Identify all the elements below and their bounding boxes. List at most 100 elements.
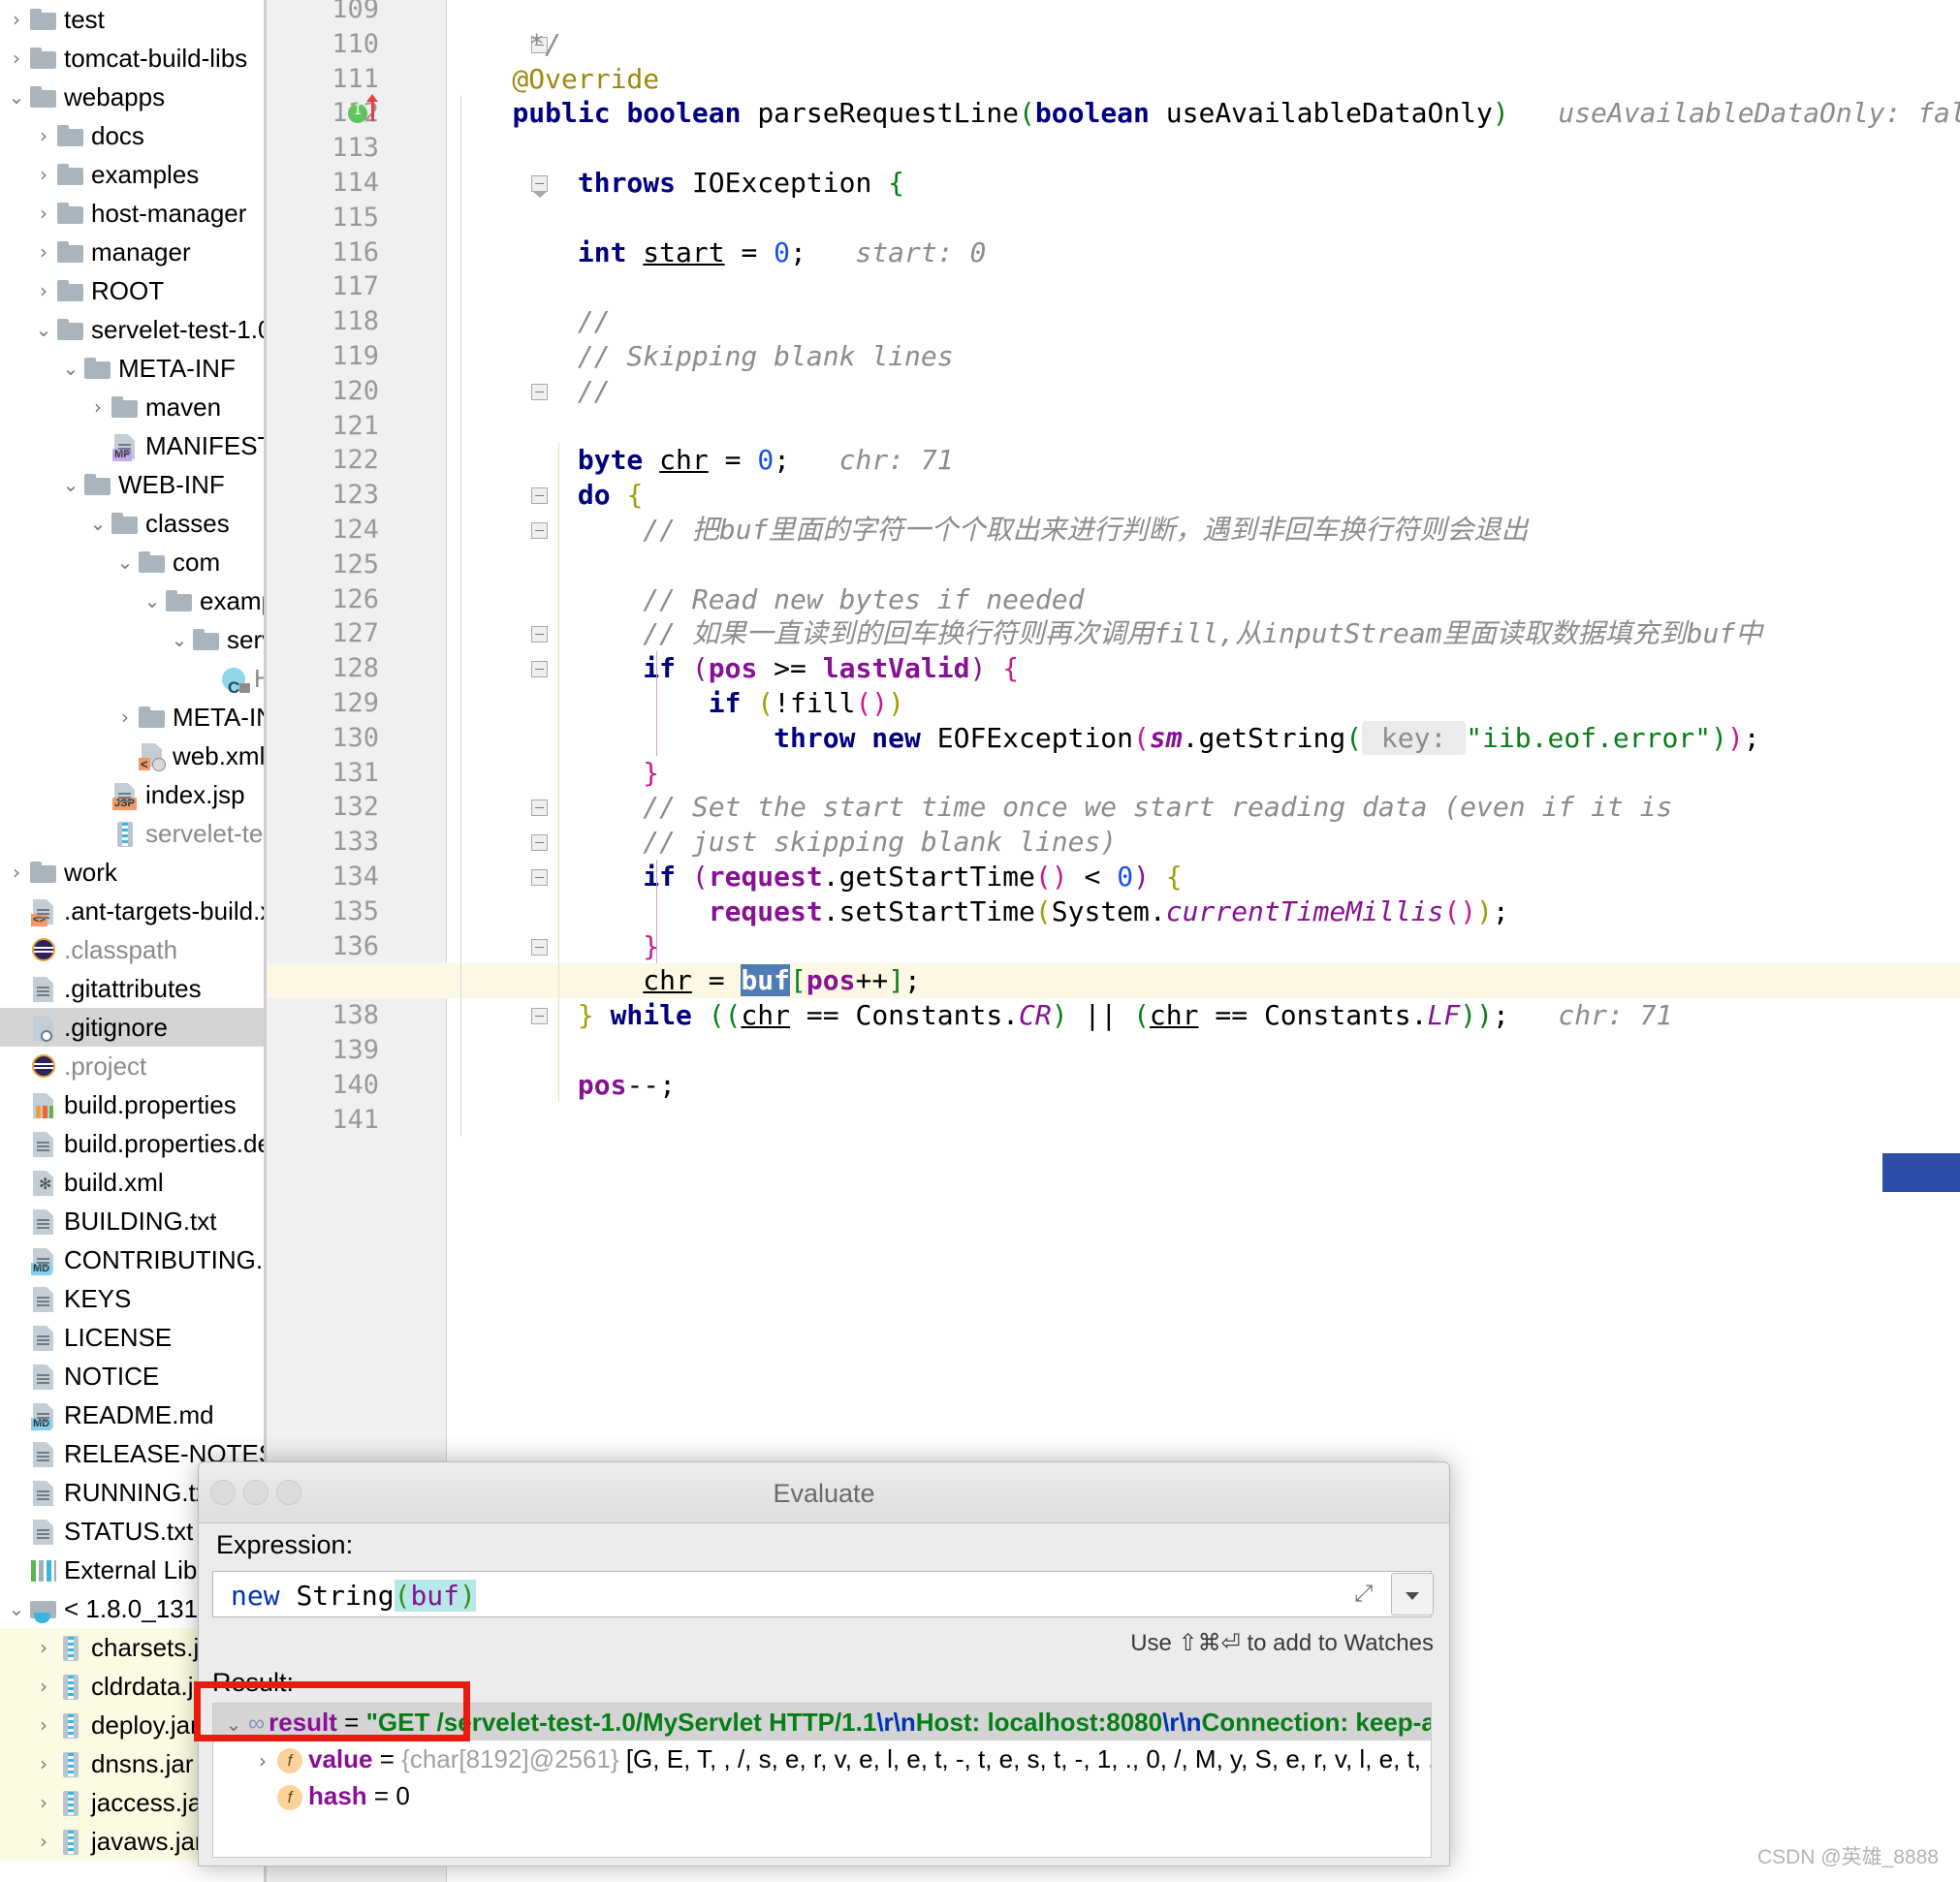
code-line: // [447,304,611,339]
line-number: 130 [272,723,379,753]
chevron-down-icon[interactable]: ⌄ [219,1706,248,1742]
implements-arrow-icon [371,100,374,121]
tree-item-label: .project [58,1047,146,1085]
chevron-right-icon[interactable]: › [112,698,138,737]
jar-icon [56,1788,85,1817]
file-icon [29,1517,58,1546]
tree-spacer: · [4,1551,29,1589]
chevron-down-icon[interactable]: ⌄ [140,581,165,620]
code-token: byte [578,444,659,476]
tree-spacer: · [4,1473,29,1512]
result-value-part: "GET /servelet-test-1.0/MyServlet HTTP/1… [366,1708,877,1737]
chevron-down-icon[interactable]: ⌄ [58,465,83,504]
result-value-part: \r\n [876,1708,915,1737]
code-token [447,930,643,962]
code-line: @Override [447,62,659,97]
ide-window: ›test›tomcat-build-libs⌄webapps›docs›exa… [0,0,1960,1882]
line-number: 121 [272,411,379,441]
chevron-right-icon[interactable]: › [85,388,111,426]
chevron-right-icon[interactable]: › [4,853,29,892]
jar-icon [111,819,140,848]
chevron-down-icon[interactable]: ⌄ [31,310,56,349]
line-number: 120 [272,376,379,406]
chevron-right-icon[interactable]: › [4,0,29,39]
chevron-right-icon[interactable]: › [31,233,56,271]
tree-spacer: · [4,1008,29,1047]
code-token: ) [1476,895,1493,927]
file-icon [29,1129,58,1158]
file-type-badge: <> [31,914,47,926]
file-type-badge: JSP [112,798,137,810]
chevron-right-icon[interactable]: › [31,116,56,155]
code-token: while [611,999,709,1031]
jar-icon [56,1827,85,1856]
chevron-right-icon[interactable]: › [31,1628,56,1667]
chevron-right-icon[interactable]: › [248,1742,277,1779]
code-token: .getString [1183,722,1346,754]
tree-item-label: .gitattributes [58,969,202,1008]
tree-item-label: RUNNING.txt [58,1473,215,1512]
result-row-name: hash [308,1781,367,1810]
file-mf-icon: MF [111,431,140,460]
code-token: @Override [447,63,659,95]
code-line: // Skipping blank lines [447,339,954,374]
chevron-right-icon[interactable]: › [31,1783,56,1822]
line-number: 133 [272,827,379,857]
field-icon: f [277,1785,302,1810]
result-row-hash[interactable]: fhash = 0 [213,1777,1431,1814]
code-token: // [447,375,611,407]
line-number: 113 [272,133,379,163]
tree-item-label: deploy.jar [85,1706,199,1744]
evaluate-dialog[interactable]: Evaluate Expression: new String(buf) ⤢ U… [198,1461,1450,1866]
result-row-result[interactable]: ⌄∞result = "GET /servelet-test-1.0/MySer… [213,1704,1431,1741]
chevron-down-icon[interactable]: ⌄ [112,543,138,581]
chevron-right-icon[interactable]: › [31,1744,56,1783]
chevron-right-icon[interactable]: › [31,155,56,194]
tree-item-label: manager [85,233,191,271]
chevron-down-icon[interactable]: ⌄ [58,349,83,388]
code-token: } [643,757,659,789]
chevron-right-icon[interactable]: › [31,1706,56,1744]
code-token: ( [692,652,709,684]
chevron-right-icon[interactable]: › [31,1667,56,1706]
chevron-right-icon[interactable]: › [4,39,29,78]
code-token: ) [888,687,904,719]
code-token: request [709,895,823,927]
code-token: || [1068,999,1133,1031]
code-line: } [447,929,659,964]
chevron-down-icon[interactable]: ⌄ [85,504,111,543]
folder-icon [29,82,58,111]
class-locked-icon [219,664,248,693]
indent-guide [460,96,461,1137]
current-line-highlight-gutter [267,963,447,998]
tree-item-label: web.xml [167,737,265,775]
result-row-value[interactable]: ›fvalue = {char[8192]@2561} [G, E, T, , … [213,1741,1431,1777]
tree-item-label: webapps [58,78,165,116]
line-number: 115 [272,203,379,233]
chevron-right-icon[interactable]: › [31,271,56,310]
tree-item-label: STATUS.txt [58,1512,193,1551]
folder-icon [56,121,85,150]
code-token: request [709,861,823,893]
line-number: 111 [272,64,379,94]
chevron-down-icon[interactable]: ⌄ [4,78,29,116]
code-token [986,652,1002,684]
expand-editor-icon[interactable]: ⤢ [1354,1581,1381,1608]
tree-item-label: .gitignore [58,1008,168,1047]
code-token: parseRequestLine [757,97,1019,129]
chevron-right-icon[interactable]: › [31,194,56,233]
chevron-down-icon[interactable]: ⌄ [167,620,192,659]
add-to-watches-hint: Use ⇧⌘⏎ to add to Watches [1130,1629,1434,1657]
lock-icon [239,683,250,693]
chevron-down-icon[interactable]: ⌄ [4,1589,29,1628]
folder-icon [56,276,85,305]
chevron-right-icon[interactable]: › [31,1822,56,1861]
tree-item-label: BUILDING.txt [58,1202,216,1240]
code-token: )) [1460,999,1493,1031]
result-tree[interactable]: ⌄∞result = "GET /servelet-test-1.0/MySer… [212,1703,1432,1858]
code-token: .getStartTime [823,861,1035,893]
chevron-down-icon[interactable] [1391,1573,1434,1615]
expression-input[interactable]: new String(buf) [212,1571,1432,1617]
folder-icon [165,586,194,615]
tree-spacer: · [4,1202,29,1240]
